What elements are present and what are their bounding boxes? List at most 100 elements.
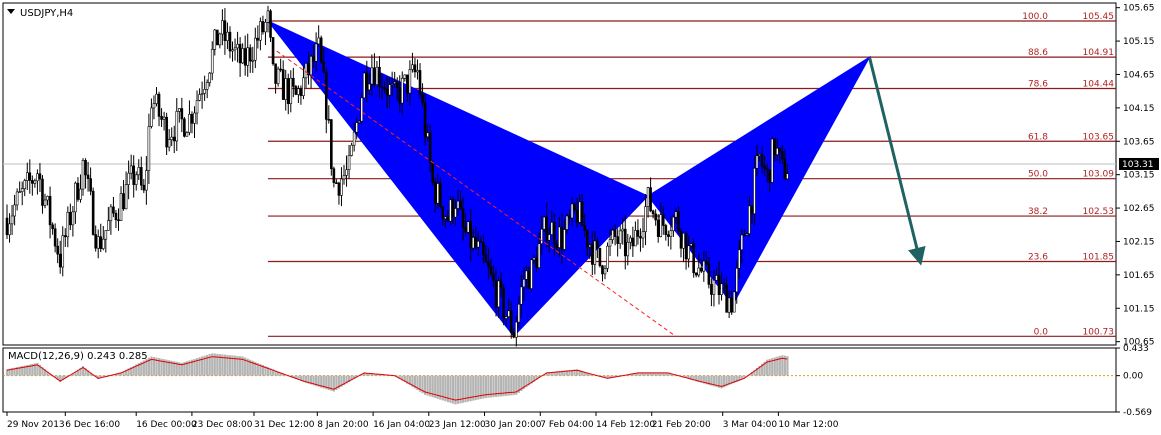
- candle-body: [74, 182, 77, 213]
- candle-body: [134, 174, 138, 185]
- candle-body: [611, 229, 614, 240]
- candle-body: [461, 208, 465, 228]
- candle-body: [61, 235, 65, 268]
- candle-body: [398, 87, 402, 104]
- x-tick-label: 16 Jan 04:00: [373, 420, 430, 430]
- candle-body: [223, 20, 227, 41]
- candle-body: [705, 260, 708, 264]
- candle-body: [395, 81, 399, 89]
- candle-body: [449, 199, 452, 222]
- candle-body: [385, 88, 389, 96]
- x-tick-label: 8 Jan 20:00: [317, 420, 369, 430]
- fib-level-pct: 78.6: [1028, 80, 1048, 90]
- candle-body: [10, 215, 14, 225]
- candle-body: [256, 37, 260, 41]
- candle-body: [646, 187, 650, 207]
- fib-level-pct: 23.6: [1028, 253, 1048, 263]
- candle-body: [324, 71, 328, 120]
- candle-body: [408, 69, 412, 94]
- candle-body: [152, 103, 156, 109]
- candle-body: [591, 244, 594, 265]
- candle-body: [243, 48, 247, 66]
- candle-body: [527, 270, 531, 289]
- candle-body: [712, 279, 716, 295]
- candle-body: [469, 221, 472, 249]
- candle-body: [745, 233, 749, 236]
- candle-body: [479, 240, 483, 243]
- candle-body: [689, 243, 693, 247]
- candle-body: [459, 200, 462, 209]
- candle-body: [183, 118, 186, 137]
- candle-body: [573, 203, 576, 211]
- candle-body: [299, 88, 303, 96]
- candle-body: [213, 29, 217, 50]
- candle-body: [636, 230, 640, 237]
- candle-body: [284, 78, 288, 100]
- candle-body: [63, 235, 67, 238]
- candle-body: [79, 188, 82, 200]
- candle-body: [517, 303, 521, 323]
- candle-body: [763, 165, 766, 169]
- candle-body: [91, 190, 95, 235]
- candle-body: [309, 56, 313, 76]
- candle-body: [114, 212, 118, 221]
- candle-body: [456, 200, 460, 209]
- candle-body: [238, 43, 242, 64]
- candle-body: [48, 195, 52, 226]
- candle-body: [778, 147, 782, 152]
- candle-body: [41, 178, 44, 206]
- candle-body: [451, 199, 455, 218]
- candle-body: [297, 88, 300, 95]
- candle-body: [294, 86, 298, 95]
- fib-level-pct: 88.6: [1028, 48, 1048, 58]
- candle-body: [127, 172, 130, 185]
- candle-body: [190, 113, 194, 124]
- candle-body: [347, 155, 351, 171]
- candle-body: [656, 219, 660, 237]
- candle-body: [732, 291, 736, 313]
- y-tick-label: 101.65: [1123, 271, 1155, 281]
- x-tick-label: 30 Jan 20:00: [485, 420, 542, 430]
- candle-body: [337, 182, 341, 196]
- candle-body: [737, 249, 741, 269]
- candle-body: [89, 178, 92, 192]
- candle-body: [208, 72, 212, 83]
- candle-body: [423, 102, 427, 138]
- candle-body: [165, 116, 168, 148]
- candle-body: [248, 47, 252, 62]
- candle-body: [750, 205, 754, 215]
- candle-body: [651, 210, 655, 215]
- y-tick-label: 104.65: [1123, 70, 1155, 80]
- candle-body: [755, 155, 759, 169]
- candle-body: [735, 267, 739, 293]
- candle-body: [218, 33, 222, 46]
- candle-body: [119, 193, 123, 221]
- candle-body: [51, 224, 54, 230]
- candle-body: [770, 138, 774, 183]
- candle-body: [773, 138, 777, 155]
- candle-body: [484, 254, 488, 263]
- candle-body: [254, 37, 257, 61]
- candle-body: [279, 68, 282, 71]
- candle-body: [758, 154, 761, 156]
- x-tick-label: 23 Jan 12:00: [429, 420, 486, 430]
- candle-body: [550, 222, 554, 235]
- candle-body: [446, 216, 450, 222]
- x-tick-label: 10 Mar 12:00: [778, 420, 838, 430]
- candle-body: [560, 226, 564, 250]
- candle-body: [753, 167, 756, 215]
- candle-body: [360, 97, 364, 122]
- candle-body: [46, 195, 49, 201]
- candle-body: [608, 239, 612, 247]
- candle-body: [509, 310, 513, 333]
- candle-body: [623, 228, 627, 257]
- candle-body: [107, 220, 110, 231]
- candle-body: [271, 37, 275, 65]
- candle-body: [302, 77, 305, 96]
- candle-body: [246, 47, 250, 66]
- candle-body: [765, 168, 769, 171]
- candle-body: [525, 270, 528, 280]
- candle-body: [175, 111, 179, 142]
- candle-body: [775, 147, 779, 155]
- candle-body: [380, 86, 384, 89]
